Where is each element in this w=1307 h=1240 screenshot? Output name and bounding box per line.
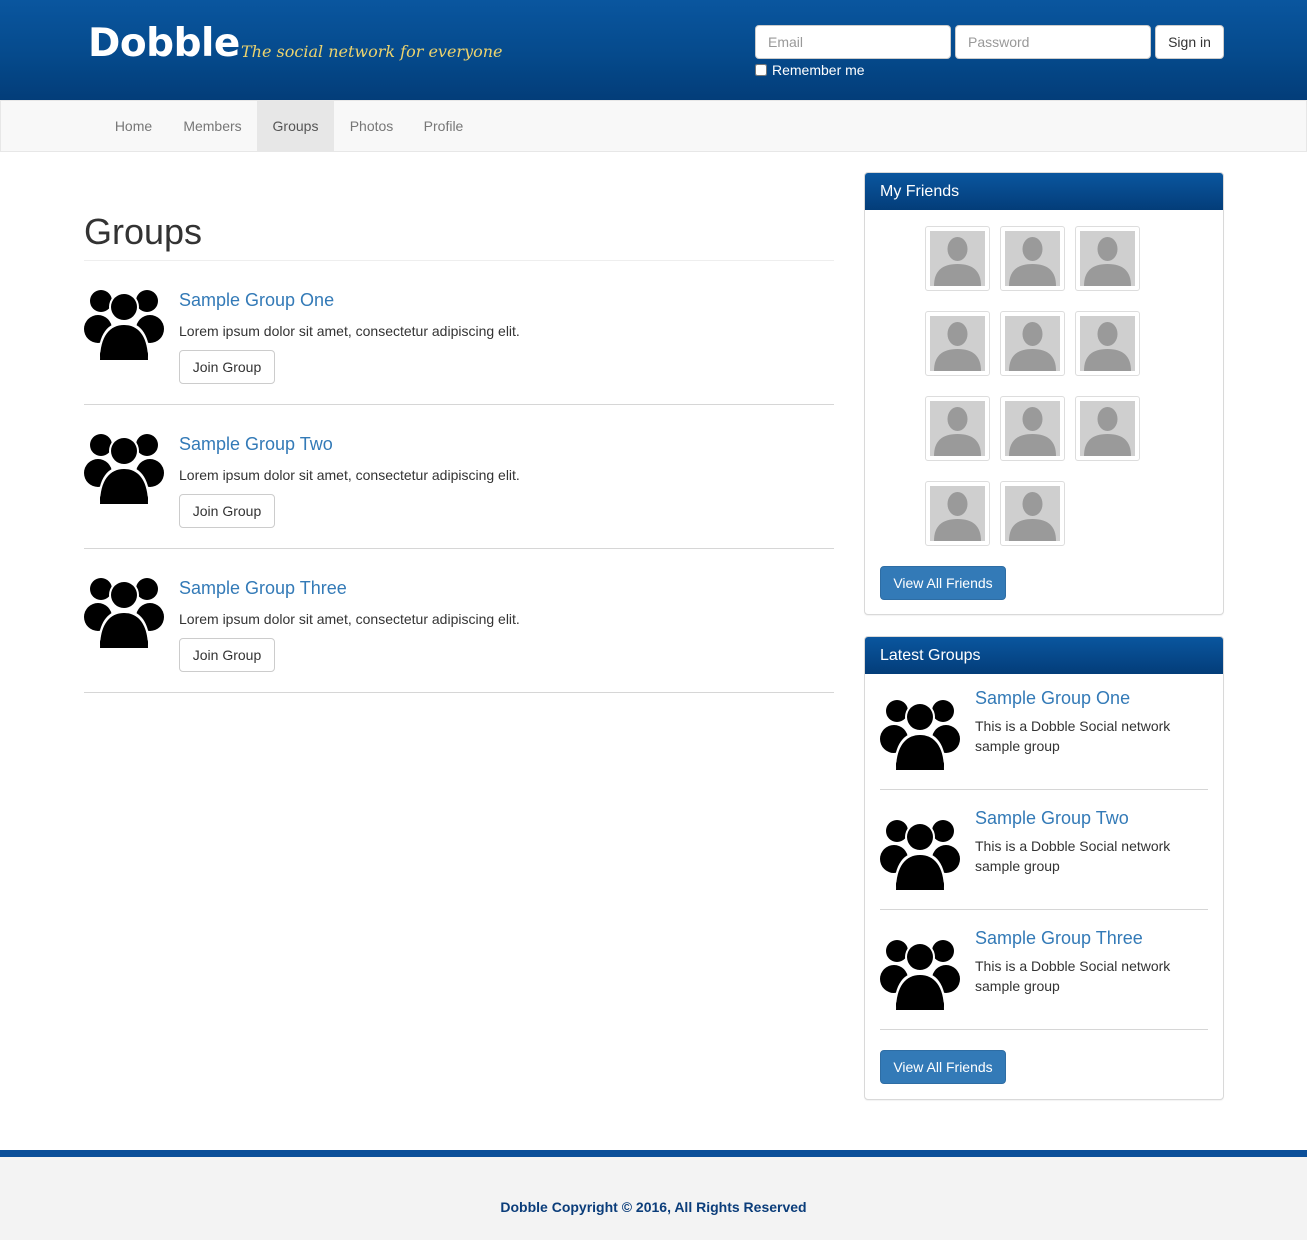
nav-item-members[interactable]: Members [167,101,258,151]
user-silhouette-icon [1005,401,1060,456]
latest-group-item: Sample Group One This is a Dobble Social… [880,670,1208,790]
latest-groups-panel: Latest Groups Sample Group One This is a… [864,636,1224,1100]
latest-group-title-link[interactable]: Sample Group Three [975,927,1143,949]
group-title-link[interactable]: Sample Group Three [179,577,347,599]
latest-group-description: This is a Dobble Social network sample g… [975,958,1171,994]
friend-avatar[interactable] [1000,481,1065,546]
latest-group-title-link[interactable]: Sample Group One [975,687,1130,709]
group-title-link[interactable]: Sample Group Two [179,433,333,455]
friend-avatar[interactable] [1075,226,1140,291]
friend-avatar[interactable] [925,226,990,291]
email-input[interactable] [755,25,951,59]
group-list-item: Sample Group Two Lorem ipsum dolor sit a… [84,405,834,549]
friend-avatar[interactable] [1000,226,1065,291]
friend-avatar[interactable] [1075,311,1140,376]
friend-avatar[interactable] [1000,396,1065,461]
friend-avatar[interactable] [1000,311,1065,376]
users-group-icon [84,434,164,504]
group-list-item: Sample Group Three Lorem ipsum dolor sit… [84,549,834,693]
group-description: Lorem ipsum dolor sit amet, consectetur … [179,323,520,339]
site-logo[interactable]: Dobble [88,22,240,66]
latest-group-divider [880,1029,1208,1030]
nav-item-groups[interactable]: Groups [257,101,334,151]
password-input[interactable] [955,25,1151,59]
user-silhouette-icon [930,486,985,541]
view-all-friends-button[interactable]: View All Friends [880,1050,1006,1084]
join-group-button[interactable]: Join Group [179,350,275,384]
group-title-link[interactable]: Sample Group One [179,289,334,311]
user-silhouette-icon [930,231,985,286]
remember-me-label: Remember me [772,62,865,78]
main-navbar: Home Members Groups Photos Profile [0,100,1307,152]
users-group-icon [880,700,960,770]
users-group-icon [880,940,960,1010]
latest-group-item: Sample Group Three This is a Dobble Soci… [880,910,1208,1030]
my-friends-heading: My Friends [865,173,1223,210]
user-silhouette-icon [1005,231,1060,286]
site-footer: Dobble Copyright © 2016, All Rights Rese… [0,1157,1307,1240]
user-silhouette-icon [1080,231,1135,286]
latest-group-description: This is a Dobble Social network sample g… [975,838,1171,874]
friend-avatar[interactable] [925,396,990,461]
latest-group-title-link[interactable]: Sample Group Two [975,807,1129,829]
nav-item-photos[interactable]: Photos [334,101,409,151]
user-silhouette-icon [1005,316,1060,371]
join-group-button[interactable]: Join Group [179,638,275,672]
friend-avatar[interactable] [1075,396,1140,461]
nav-item-profile[interactable]: Profile [408,101,479,151]
nav-item-home[interactable]: Home [99,101,168,151]
group-list-item: Sample Group One Lorem ipsum dolor sit a… [84,261,834,405]
user-silhouette-icon [1080,401,1135,456]
remember-me[interactable]: Remember me [755,62,865,78]
footer-accent-bar [0,1150,1307,1157]
users-group-icon [84,290,164,360]
sign-in-button[interactable]: Sign in [1155,25,1224,59]
group-description: Lorem ipsum dolor sit amet, consectetur … [179,467,520,483]
user-silhouette-icon [930,316,985,371]
join-group-button[interactable]: Join Group [179,494,275,528]
page-title: Groups [84,211,203,252]
latest-group-description: This is a Dobble Social network sample g… [975,718,1171,754]
latest-groups-heading: Latest Groups [865,637,1223,674]
users-group-icon [84,578,164,648]
user-silhouette-icon [1005,486,1060,541]
site-header: Dobble The social network for everyone S… [0,0,1307,100]
remember-me-checkbox[interactable] [755,64,767,76]
my-friends-panel: My Friends View All Friends [864,172,1224,615]
latest-group-item: Sample Group Two This is a Dobble Social… [880,790,1208,910]
view-all-friends-button[interactable]: View All Friends [880,566,1006,600]
group-divider [84,692,834,693]
users-group-icon [880,820,960,890]
friend-avatar[interactable] [925,311,990,376]
friend-avatar[interactable] [925,481,990,546]
user-silhouette-icon [1080,316,1135,371]
user-silhouette-icon [930,401,985,456]
site-tagline: The social network for everyone [241,42,503,61]
group-description: Lorem ipsum dolor sit amet, consectetur … [179,611,520,627]
copyright-text: Dobble Copyright © 2016, All Rights Rese… [500,1199,807,1215]
